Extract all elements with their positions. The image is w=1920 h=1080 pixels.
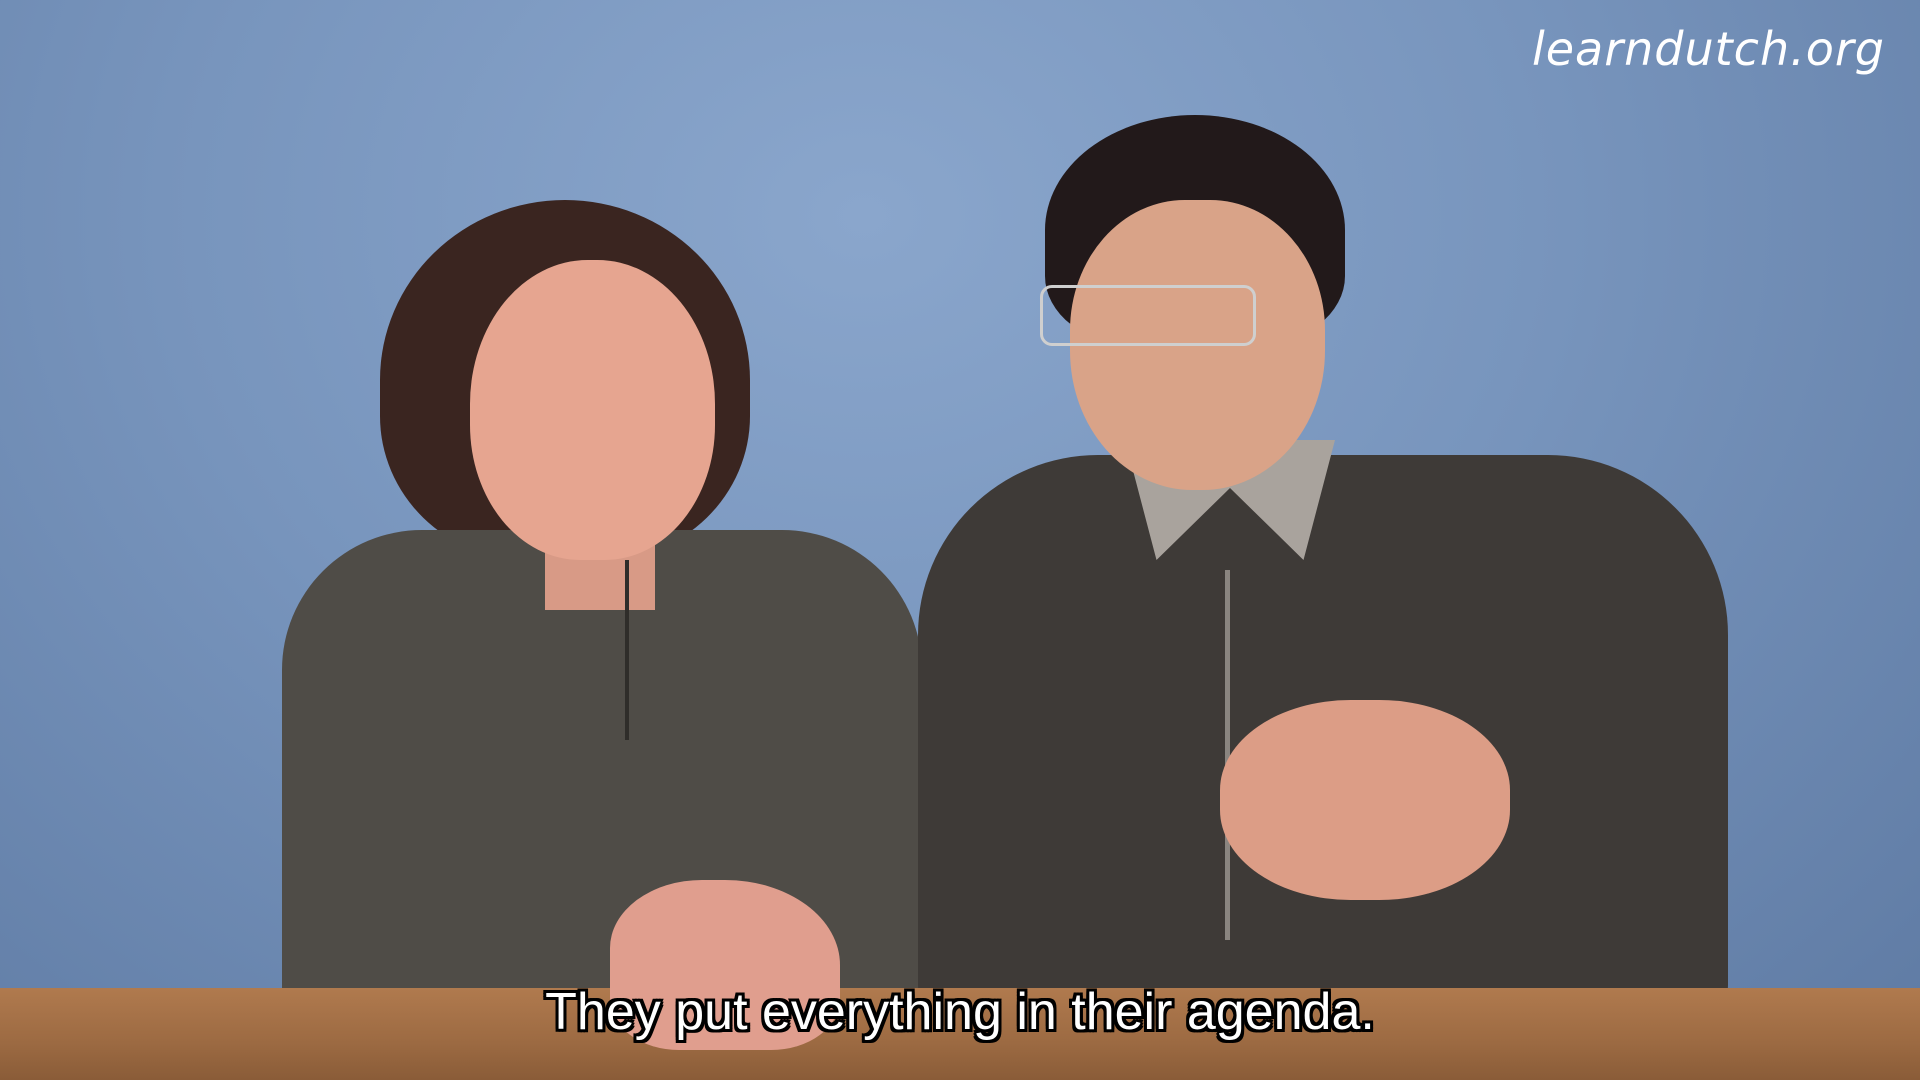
woman-zipper (625, 560, 629, 740)
man-glasses (1040, 285, 1256, 346)
man-hands (1220, 700, 1510, 900)
woman-face (470, 260, 715, 560)
subtitle-caption: They put everything in their agenda. (545, 983, 1375, 1041)
watermark-logo: learndutch.org (1531, 22, 1885, 76)
